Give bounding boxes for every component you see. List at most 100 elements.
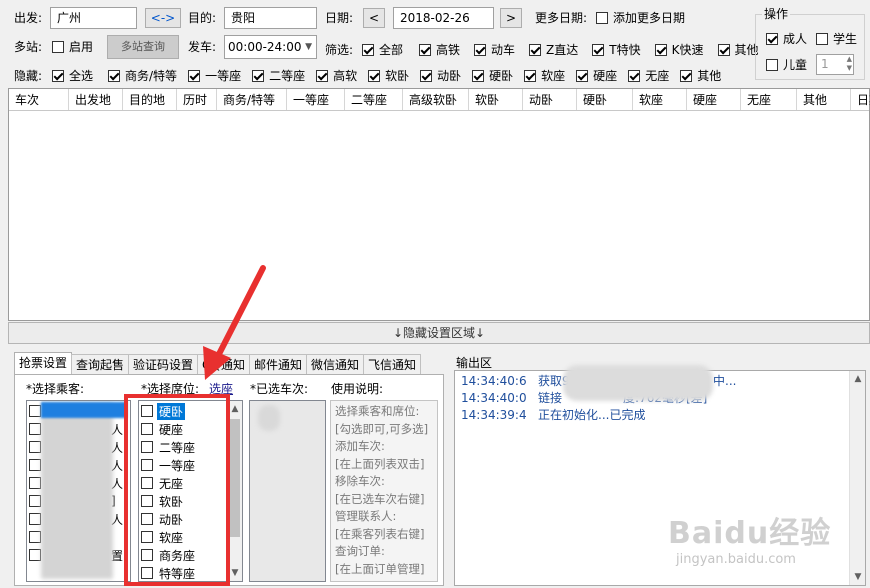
hide-checkbox-6[interactable]: 动卧 xyxy=(420,68,461,84)
checkbox-box[interactable] xyxy=(524,70,537,82)
checkbox-box[interactable] xyxy=(29,495,41,507)
checkbox-box[interactable] xyxy=(717,44,730,56)
checkbox-box[interactable] xyxy=(29,549,41,561)
date-input[interactable]: 2018-02-26 xyxy=(393,7,494,29)
help-line: 移除车次: xyxy=(335,474,385,488)
column-header[interactable]: 历时 xyxy=(177,89,217,110)
checkbox-box[interactable] xyxy=(29,459,41,471)
hide-checkbox-11[interactable]: 其他 xyxy=(680,68,721,84)
checkbox-box[interactable] xyxy=(368,70,381,82)
column-header[interactable]: 商务/特等 xyxy=(217,89,287,110)
hide-checkbox-7[interactable]: 硬卧 xyxy=(472,68,513,84)
checkbox-box[interactable] xyxy=(592,44,605,56)
checkbox-box[interactable] xyxy=(29,405,41,417)
checkbox-box[interactable] xyxy=(680,70,693,82)
hide-checkbox-8[interactable]: 软座 xyxy=(524,68,565,84)
selected-trains-list[interactable] xyxy=(249,400,326,582)
hide-checkbox-9[interactable]: 硬座 xyxy=(576,68,617,84)
tab-1[interactable]: 查询起售 xyxy=(71,354,130,375)
enable-checkbox[interactable]: 启用 xyxy=(52,39,93,55)
checkbox-box[interactable] xyxy=(188,70,201,82)
checkbox-box[interactable] xyxy=(252,70,265,82)
child-count-stepper[interactable]: 1 ▲ ▼ xyxy=(816,54,854,75)
next-date-button[interactable]: > xyxy=(500,8,522,28)
column-header[interactable]: 软卧 xyxy=(469,89,523,110)
tab-5[interactable]: 微信通知 xyxy=(305,354,364,375)
checkbox-box[interactable] xyxy=(29,531,41,543)
adult-checkbox[interactable]: 成人 xyxy=(766,31,807,47)
multi-query-button[interactable]: 多站查询 xyxy=(107,35,179,59)
checkbox-box[interactable] xyxy=(420,70,433,82)
column-header[interactable]: 软座 xyxy=(633,89,687,110)
column-header[interactable]: 车次 xyxy=(9,89,69,110)
column-header[interactable]: 其他 xyxy=(797,89,851,110)
hide-settings-bar[interactable]: ↓隐藏设置区域↓ xyxy=(8,322,870,344)
hide-checkbox-5[interactable]: 软卧 xyxy=(368,68,409,84)
checkbox-box[interactable] xyxy=(816,33,828,45)
column-header[interactable]: 目的地 xyxy=(123,89,177,110)
add-more-dates-checkbox[interactable]: 添加更多日期 xyxy=(596,10,685,26)
checkbox-box[interactable] xyxy=(628,70,641,82)
checkbox-box[interactable] xyxy=(654,44,667,56)
tab-0[interactable]: 抢票设置 xyxy=(14,352,73,375)
hide-checkbox-0[interactable]: 全选 xyxy=(52,68,93,84)
column-header[interactable]: 日期 xyxy=(851,89,870,110)
passenger-list[interactable]: 人] 人] 人] 人]] 人] 置] xyxy=(26,400,131,582)
column-header[interactable]: 动卧 xyxy=(523,89,577,110)
output-scrollbar[interactable]: ▲ ▼ xyxy=(849,371,865,585)
checkbox-box[interactable] xyxy=(29,477,41,489)
hide-checkbox-4[interactable]: 高软 xyxy=(316,68,357,84)
prev-date-button[interactable]: < xyxy=(363,8,385,28)
tab-2[interactable]: 验证码设置 xyxy=(128,354,199,375)
hide-checkbox-1[interactable]: 商务/特等 xyxy=(108,68,177,84)
student-checkbox[interactable]: 学生 xyxy=(816,31,857,47)
child-checkbox[interactable]: 儿童 xyxy=(766,57,807,73)
hide-checkbox-3[interactable]: 二等座 xyxy=(252,68,305,84)
filter-checkbox-0[interactable]: 全部 xyxy=(362,42,403,58)
checkbox-box[interactable] xyxy=(596,12,608,24)
hide-label: 隐藏: xyxy=(14,69,43,83)
column-header[interactable]: 无座 xyxy=(741,89,797,110)
tab-6[interactable]: 飞信通知 xyxy=(362,354,421,375)
scroll-down-icon[interactable]: ▼ xyxy=(850,569,866,585)
checkbox-box[interactable] xyxy=(29,423,41,435)
hide-checkbox-2[interactable]: 一等座 xyxy=(188,68,241,84)
checkbox-box[interactable] xyxy=(52,70,64,82)
checkbox-box[interactable] xyxy=(576,70,589,82)
hide-checkbox-10[interactable]: 无座 xyxy=(628,68,669,84)
stepper-arrows-icon[interactable]: ▲ ▼ xyxy=(847,55,852,73)
column-header[interactable]: 出发地 xyxy=(69,89,123,110)
filter-checkbox-4[interactable]: T特快 xyxy=(592,42,641,58)
checkbox-box[interactable] xyxy=(316,70,329,82)
column-header[interactable]: 二等座 xyxy=(345,89,403,110)
filter-checkbox-2[interactable]: 动车 xyxy=(474,42,515,58)
from-input[interactable]: 广州 xyxy=(50,7,137,29)
filter-checkbox-3[interactable]: Z直达 xyxy=(529,42,578,58)
checkbox-box[interactable] xyxy=(29,513,41,525)
checkbox-box[interactable] xyxy=(29,441,41,453)
scroll-up-icon[interactable]: ▲ xyxy=(850,371,866,387)
column-header[interactable]: 高级软卧 xyxy=(403,89,469,110)
swap-button[interactable]: <-> xyxy=(145,8,181,28)
checkbox-box[interactable] xyxy=(419,44,432,56)
checkbox-box[interactable] xyxy=(474,44,487,56)
scroll-thumb[interactable] xyxy=(229,419,240,537)
filter-checkbox-6[interactable]: 其他 xyxy=(717,42,759,58)
depart-select[interactable]: 00:00-24:00 ▼ xyxy=(224,35,317,59)
checkbox-box[interactable] xyxy=(529,44,542,56)
column-header[interactable]: 一等座 xyxy=(287,89,345,110)
checkbox-box[interactable] xyxy=(766,59,778,71)
checkbox-box[interactable] xyxy=(52,41,64,53)
train-results-table[interactable]: 车次 出发地 目的地 历时 商务/特等 一等座 二等座 高级软卧 软卧 动卧 硬卧 软座 硬座 无座 其他日… xyxy=(8,88,870,321)
checkbox-box[interactable] xyxy=(766,33,778,45)
checkbox-box[interactable] xyxy=(472,70,485,82)
filter-checkbox-5[interactable]: K快速 xyxy=(654,42,704,58)
column-header[interactable]: 硬座 xyxy=(687,89,741,110)
checkbox-box[interactable] xyxy=(362,44,374,56)
checkbox-box[interactable] xyxy=(108,70,121,82)
filter-checkbox-1[interactable]: 高铁 xyxy=(419,42,460,58)
column-header[interactable]: 硬卧 xyxy=(577,89,633,110)
annotation-highlight-box xyxy=(124,394,230,586)
to-input[interactable]: 贵阳 xyxy=(224,7,317,29)
help-line: 选择乘客和席位: xyxy=(335,404,420,418)
